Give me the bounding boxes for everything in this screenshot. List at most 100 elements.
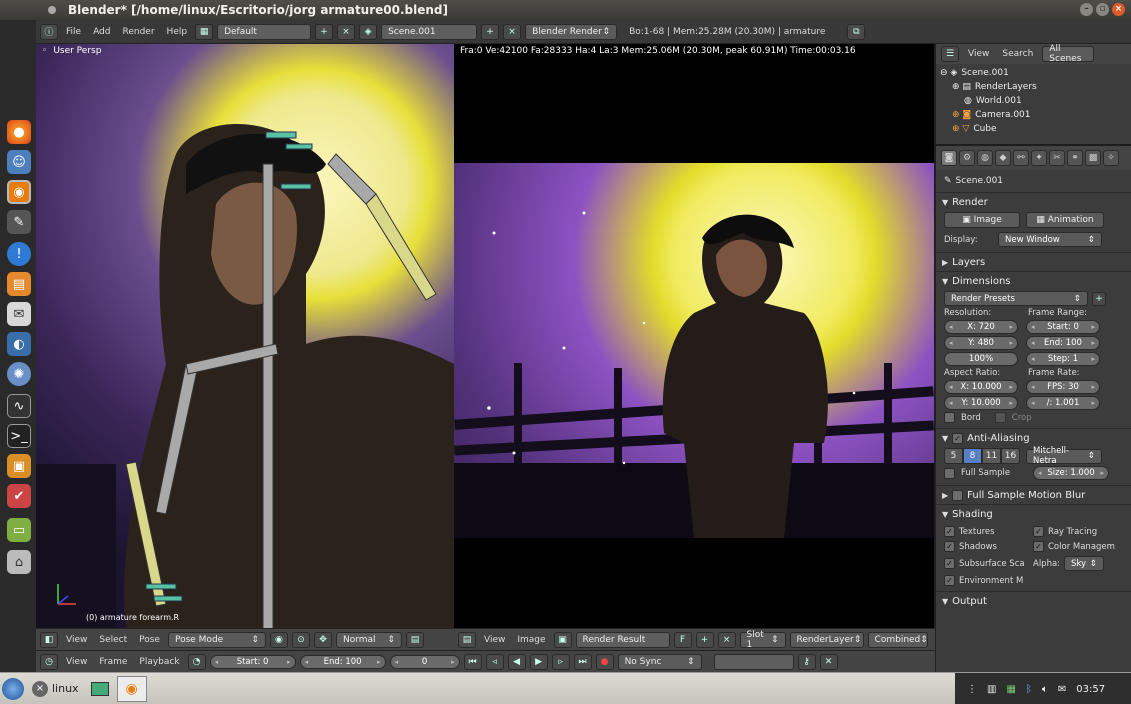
software-center-icon[interactable]: ▤ xyxy=(7,272,31,296)
image-name-field[interactable]: Render Result xyxy=(575,631,670,648)
border-checkbox[interactable] xyxy=(944,412,955,423)
panel-output-header[interactable]: ▼ Output xyxy=(936,591,1131,610)
aa-samples-8[interactable]: 8 xyxy=(963,448,982,464)
panel-antialiasing-header[interactable]: ▼ ✓ Anti-Aliasing xyxy=(936,428,1131,447)
menu-view[interactable]: View xyxy=(964,49,993,59)
logout-icon[interactable]: × xyxy=(32,680,48,697)
manipulator-icon[interactable]: ✥ xyxy=(313,631,332,648)
shading-icon[interactable]: ◉ xyxy=(269,631,288,648)
frame-end-field[interactable]: End: 100 xyxy=(1026,336,1100,350)
play-reverse-icon[interactable]: ◀ xyxy=(507,653,526,670)
minimize-button[interactable]: – xyxy=(1080,3,1093,16)
viewport-corner-icon[interactable]: ◦ xyxy=(42,46,47,56)
bluetooth-icon[interactable]: ᛒ xyxy=(1026,684,1032,695)
render-pass-select[interactable]: Combined ⇕ xyxy=(867,631,928,648)
aa-samples-5[interactable]: 5 xyxy=(944,448,963,464)
jump-start-icon[interactable]: ⏮ xyxy=(463,653,482,670)
add-preset-icon[interactable]: + xyxy=(1092,291,1106,306)
alpha-select[interactable]: Sky ⇕ xyxy=(1064,556,1105,571)
image-editor[interactable]: Fra:0 Ve:42100 Fa:28333 Ha:4 La:3 Mem:25… xyxy=(454,44,934,628)
start-menu-icon[interactable] xyxy=(2,677,24,700)
material-tab-icon[interactable]: ▩ xyxy=(1085,150,1101,166)
preview-range-icon[interactable]: ◔ xyxy=(187,653,206,670)
ray-tracing-checkbox[interactable]: ✓ xyxy=(1033,526,1044,537)
next-keyframe-icon[interactable]: ▹ xyxy=(551,653,570,670)
render-layer-select[interactable]: RenderLayer ⇕ xyxy=(789,631,864,648)
window-list-icon[interactable]: ▥ xyxy=(987,684,996,695)
settings-icon[interactable]: ✺ xyxy=(7,362,31,386)
resolution-y-field[interactable]: Y: 480 xyxy=(944,336,1018,350)
show-desktop-icon[interactable] xyxy=(90,681,109,696)
volume-icon[interactable]: 🔈︎ xyxy=(1042,684,1048,695)
resolution-x-field[interactable]: X: 720 xyxy=(944,320,1018,334)
pin-icon[interactable]: ✎ xyxy=(944,176,952,186)
color-management-checkbox[interactable]: ✓ xyxy=(1033,541,1044,552)
mail-icon[interactable]: ✉ xyxy=(7,302,31,326)
outliner-item[interactable]: ⊕ ▤ RenderLayers xyxy=(940,80,1127,94)
antialiasing-checkbox[interactable]: ✓ xyxy=(952,432,964,444)
object-tab-icon[interactable]: ◆ xyxy=(995,150,1011,166)
3d-viewport[interactable]: ◦ User Persp (0) armature forearm.R xyxy=(36,44,454,628)
render-animation-button[interactable]: ▦ Animation xyxy=(1026,212,1104,228)
crop-checkbox[interactable] xyxy=(994,412,1006,423)
menu-add[interactable]: Add xyxy=(89,27,114,37)
menu-view[interactable]: View xyxy=(480,635,509,645)
add-screen-icon[interactable]: + xyxy=(315,23,334,40)
tools-icon[interactable]: ✔ xyxy=(7,484,31,508)
aa-samples-16[interactable]: 16 xyxy=(1001,448,1020,464)
folder-icon[interactable]: ▭ xyxy=(7,518,31,542)
render-image-button[interactable]: ▣ Image xyxy=(944,212,1020,228)
insert-keyframe-icon[interactable]: ⚷ xyxy=(797,653,816,670)
render-engine-select[interactable]: Blender Render ⇕ xyxy=(525,23,618,40)
menu-playback[interactable]: Playback xyxy=(135,657,183,667)
users-icon[interactable]: ☺ xyxy=(7,150,31,174)
texture-tab-icon[interactable]: ✧ xyxy=(1103,150,1119,166)
textures-checkbox[interactable]: ✓ xyxy=(944,526,955,537)
image-browse-icon[interactable]: ▣ xyxy=(553,631,572,648)
mail-tray-icon[interactable]: ✉ xyxy=(1058,684,1066,695)
keying-set-field[interactable] xyxy=(713,653,794,670)
pivot-icon[interactable]: ⊙ xyxy=(291,631,310,648)
shadows-checkbox[interactable]: ✓ xyxy=(944,541,955,552)
menu-pose[interactable]: Pose xyxy=(135,635,164,645)
panel-render-header[interactable]: ▼ Render xyxy=(936,192,1131,211)
clock[interactable]: 03:57 xyxy=(1076,684,1105,695)
current-frame-field[interactable]: 0 xyxy=(389,654,460,669)
aa-samples-11[interactable]: 11 xyxy=(982,448,1001,464)
motion-blur-checkbox[interactable] xyxy=(952,489,964,501)
subsurface-checkbox[interactable]: ✓ xyxy=(944,558,955,569)
close-button[interactable]: × xyxy=(1112,3,1125,16)
remove-screen-icon[interactable]: × xyxy=(337,23,356,40)
aa-size-field[interactable]: Size: 1.000 xyxy=(1033,466,1109,480)
outliner-item[interactable]: ⊕ ◙ Camera.001 xyxy=(940,108,1127,122)
monitor-icon[interactable]: ∿ xyxy=(7,394,31,418)
editor-type-icon[interactable]: ⓘ xyxy=(40,23,58,40)
outliner-item[interactable]: ⊕ ▽ Cube xyxy=(940,122,1127,136)
screen-layout-field[interactable]: Default xyxy=(217,23,312,40)
modifier-tab-icon[interactable]: ✂ xyxy=(1049,150,1065,166)
maximize-button[interactable]: ▫ xyxy=(1096,3,1109,16)
menu-frame[interactable]: Frame xyxy=(95,657,131,667)
menu-view[interactable]: View xyxy=(62,635,91,645)
prev-keyframe-icon[interactable]: ◃ xyxy=(485,653,504,670)
editor-type-icon[interactable]: ◷ xyxy=(40,653,58,670)
panel-layers-header[interactable]: ▶ Layers xyxy=(936,252,1131,271)
window-menu-icon[interactable] xyxy=(48,6,56,14)
menu-select[interactable]: Select xyxy=(95,635,131,645)
resolution-percentage-field[interactable]: 100% xyxy=(944,352,1018,366)
panel-icon[interactable]: ⋮ xyxy=(967,684,977,695)
archive-icon[interactable]: ▣ xyxy=(7,454,31,478)
full-sample-checkbox[interactable] xyxy=(944,467,955,479)
render-tab-icon[interactable]: ◙ xyxy=(941,150,957,166)
terminal-icon[interactable]: >_ xyxy=(7,424,31,448)
mode-select[interactable]: Pose Mode ⇕ xyxy=(167,631,266,648)
menu-view[interactable]: View xyxy=(62,657,91,667)
slot-select[interactable]: Slot 1 ⇕ xyxy=(739,630,786,650)
scene-icon[interactable]: ◈ xyxy=(359,23,378,40)
editor-type-icon[interactable]: ▤ xyxy=(458,631,476,648)
layers-icon[interactable]: ▤ xyxy=(405,631,424,648)
world-tab-icon[interactable]: ◍ xyxy=(977,150,993,166)
delete-keyframe-icon[interactable]: ✕ xyxy=(819,653,838,670)
panel-dimensions-header[interactable]: ▼ Dimensions xyxy=(936,271,1131,290)
blender-icon[interactable]: ◉ xyxy=(7,180,31,204)
